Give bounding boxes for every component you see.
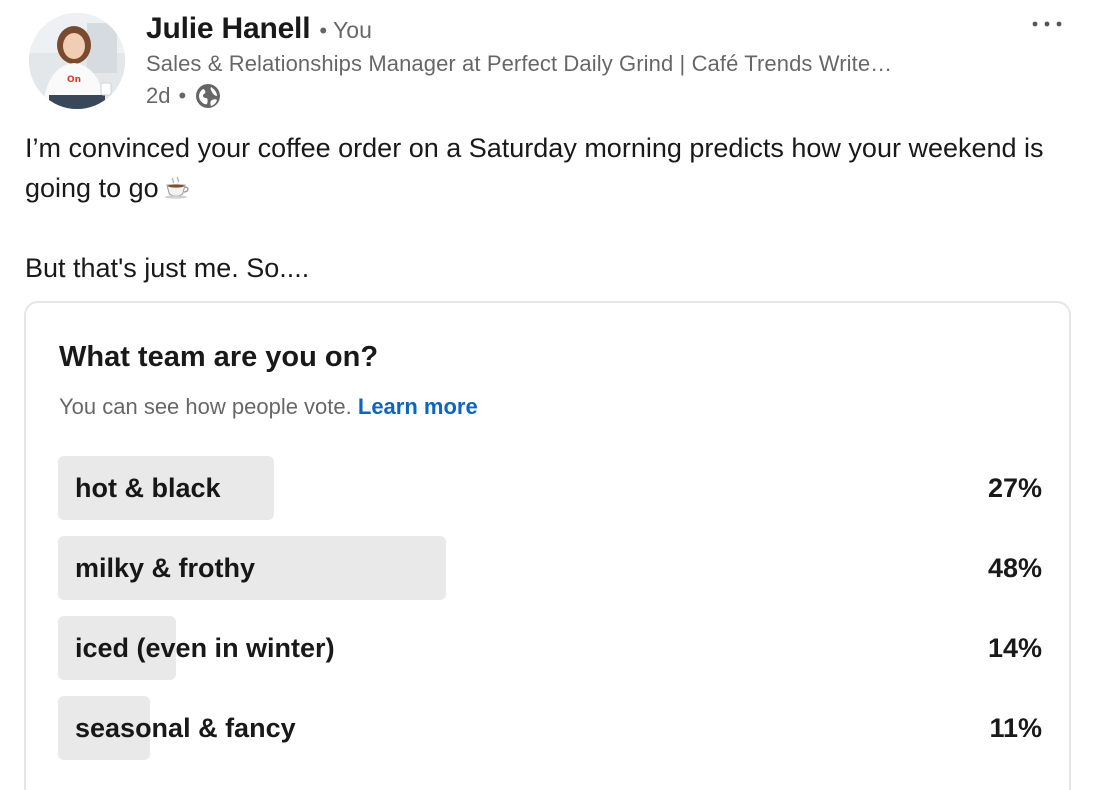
feed-post: On Julie Hanell • You Sales & Relationsh… — [0, 0, 1096, 790]
more-horizontal-icon — [1032, 21, 1062, 27]
avatar[interactable]: On — [29, 13, 125, 109]
poll-option-percent: 27% — [987, 473, 1042, 503]
poll-option-label: hot & black — [75, 473, 221, 503]
author-relation: You — [333, 17, 372, 43]
post-text-line2: But that's just me. So.... — [25, 253, 310, 283]
svg-text:On: On — [67, 75, 81, 85]
poll-option-percent: 11% — [989, 713, 1042, 743]
coffee-cup-icon — [163, 170, 191, 199]
poll-option[interactable]: seasonal & fancy 11% — [58, 696, 1042, 760]
poll-option-label: seasonal & fancy — [75, 713, 296, 743]
post-meta: 2d • — [146, 81, 222, 111]
author-name[interactable]: Julie Hanell — [146, 12, 311, 46]
poll-option-label: iced (even in winter) — [75, 633, 335, 663]
poll-options: hot & black 27% milky & frothy 48% iced … — [58, 456, 1042, 776]
poll-option-percent: 14% — [987, 633, 1042, 663]
author-headline: Sales & Relationships Manager at Perfect… — [146, 51, 893, 76]
poll-option-label: milky & frothy — [75, 553, 256, 583]
globe-icon — [194, 82, 222, 110]
time-separator: • — [178, 83, 187, 108]
poll-option[interactable]: milky & frothy 48% — [58, 536, 1042, 600]
poll-note-text: You can see how people vote. — [59, 394, 352, 419]
post-time: 2d — [146, 83, 171, 108]
author-name-row: Julie Hanell • You — [146, 12, 372, 52]
poll-option[interactable]: iced (even in winter) 14% — [58, 616, 1042, 680]
name-separator: • — [319, 18, 328, 43]
poll-question: What team are you on? — [59, 341, 379, 373]
poll-option[interactable]: hot & black 27% — [58, 456, 1042, 520]
post-text: I’m convinced your coffee order on a Sat… — [25, 128, 1065, 288]
learn-more-link[interactable]: Learn more — [358, 394, 478, 419]
post-text-paragraph: I’m convinced your coffee order on a Sat… — [25, 128, 1065, 208]
avatar-photo: On — [29, 13, 125, 109]
more-options-button[interactable] — [1022, 6, 1072, 42]
poll-option-percent: 48% — [987, 553, 1042, 583]
poll-card: What team are you on? You can see how pe… — [24, 301, 1071, 790]
poll-visibility-note: You can see how people vote. Learn more — [59, 394, 478, 420]
